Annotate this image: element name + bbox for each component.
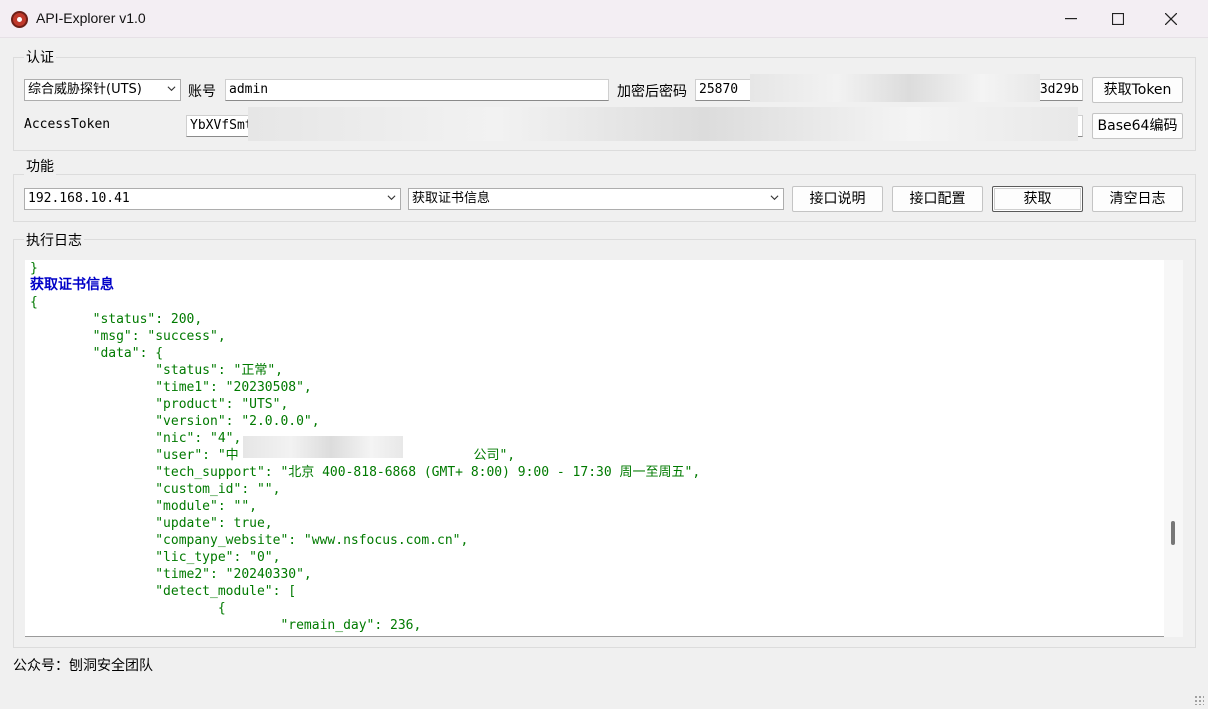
chevron-down-icon (387, 195, 396, 201)
log-line: "remain_day": 236, (30, 618, 422, 633)
get-token-button[interactable]: 获取Token (1092, 77, 1183, 103)
log-line: "version": "2.0.0.0", (30, 414, 320, 429)
api-select[interactable]: 获取证书信息 (408, 188, 784, 210)
auth-group-label: 认证 (24, 47, 56, 67)
log-line: "data": { (30, 346, 164, 361)
log-line: "end": "2024-03-30", (30, 634, 700, 636)
close-button[interactable] (1148, 0, 1194, 38)
close-icon (1165, 13, 1177, 25)
log-line: "product": "UTS", (30, 397, 289, 412)
log-line: { (30, 295, 38, 310)
log-line: "status": "正常", (30, 363, 283, 378)
log-line: "tech_support": "北京 400-818-6868 (GMT+ 8… (30, 465, 701, 480)
log-scrollbar-thumb[interactable] (1171, 521, 1175, 545)
chevron-down-icon (770, 195, 779, 201)
password-label: 加密后密码 (617, 84, 687, 100)
log-line: } (30, 261, 38, 276)
log-line: "module": "", (30, 499, 257, 514)
log-line: "lic_type": "0", (30, 550, 281, 565)
password-redaction (750, 74, 1040, 102)
user-redaction (243, 436, 403, 458)
api-doc-button[interactable]: 接口说明 (792, 186, 883, 212)
api-select-value: 获取证书信息 (412, 191, 491, 206)
log-line: "msg": "success", (30, 329, 226, 344)
maximize-button[interactable] (1095, 0, 1141, 38)
api-config-button[interactable]: 接口配置 (892, 186, 983, 212)
log-group-label: 执行日志 (24, 230, 84, 250)
maximize-icon (1112, 13, 1124, 25)
title-bar: API-Explorer v1.0 (0, 0, 1208, 38)
log-line: "company_website": "www.nsfocus.com.cn", (30, 533, 469, 548)
app-gear-icon (11, 11, 28, 28)
product-select[interactable]: 综合威胁探针(UTS) (24, 79, 181, 101)
log-line: "custom_id": "", (30, 482, 281, 497)
log-line: { (30, 601, 226, 616)
minimize-icon (1065, 18, 1077, 20)
log-line: "status": 200, (30, 312, 203, 327)
token-label: AccessToken (24, 117, 111, 132)
account-label: 账号 (188, 84, 216, 100)
log-heading: 获取证书信息 (30, 277, 114, 293)
function-group-label: 功能 (24, 156, 56, 176)
base64-encode-button[interactable]: Base64编码 (1092, 113, 1183, 139)
minimize-button[interactable] (1048, 0, 1094, 38)
clear-log-button[interactable]: 清空日志 (1092, 186, 1183, 212)
log-scrollbar[interactable] (1164, 260, 1183, 637)
product-select-value: 综合威胁探针(UTS) (28, 82, 142, 97)
password-suffix: 3d29b (1039, 82, 1079, 97)
token-redaction (248, 107, 1078, 141)
footer-text: 公众号：刨洞安全团队 (13, 658, 153, 674)
chevron-down-icon (167, 86, 176, 92)
account-input[interactable]: admin (225, 79, 609, 101)
password-prefix: 25870 (699, 82, 739, 97)
log-line: "time2": "20240330", (30, 567, 312, 582)
fetch-button[interactable]: 获取 (992, 186, 1083, 212)
resize-grip-icon[interactable] (1194, 695, 1204, 705)
host-select-value: 192.168.10.41 (28, 191, 130, 206)
log-line: "update": true, (30, 516, 273, 531)
log-line: "time1": "20230508", (30, 380, 312, 395)
window-title: API-Explorer v1.0 (36, 10, 146, 26)
log-output[interactable]: } 获取证书信息 { "status": 200, "msg": "success"… (25, 260, 1183, 637)
log-line: "detect_module": [ (30, 584, 297, 599)
host-select[interactable]: 192.168.10.41 (24, 188, 401, 210)
